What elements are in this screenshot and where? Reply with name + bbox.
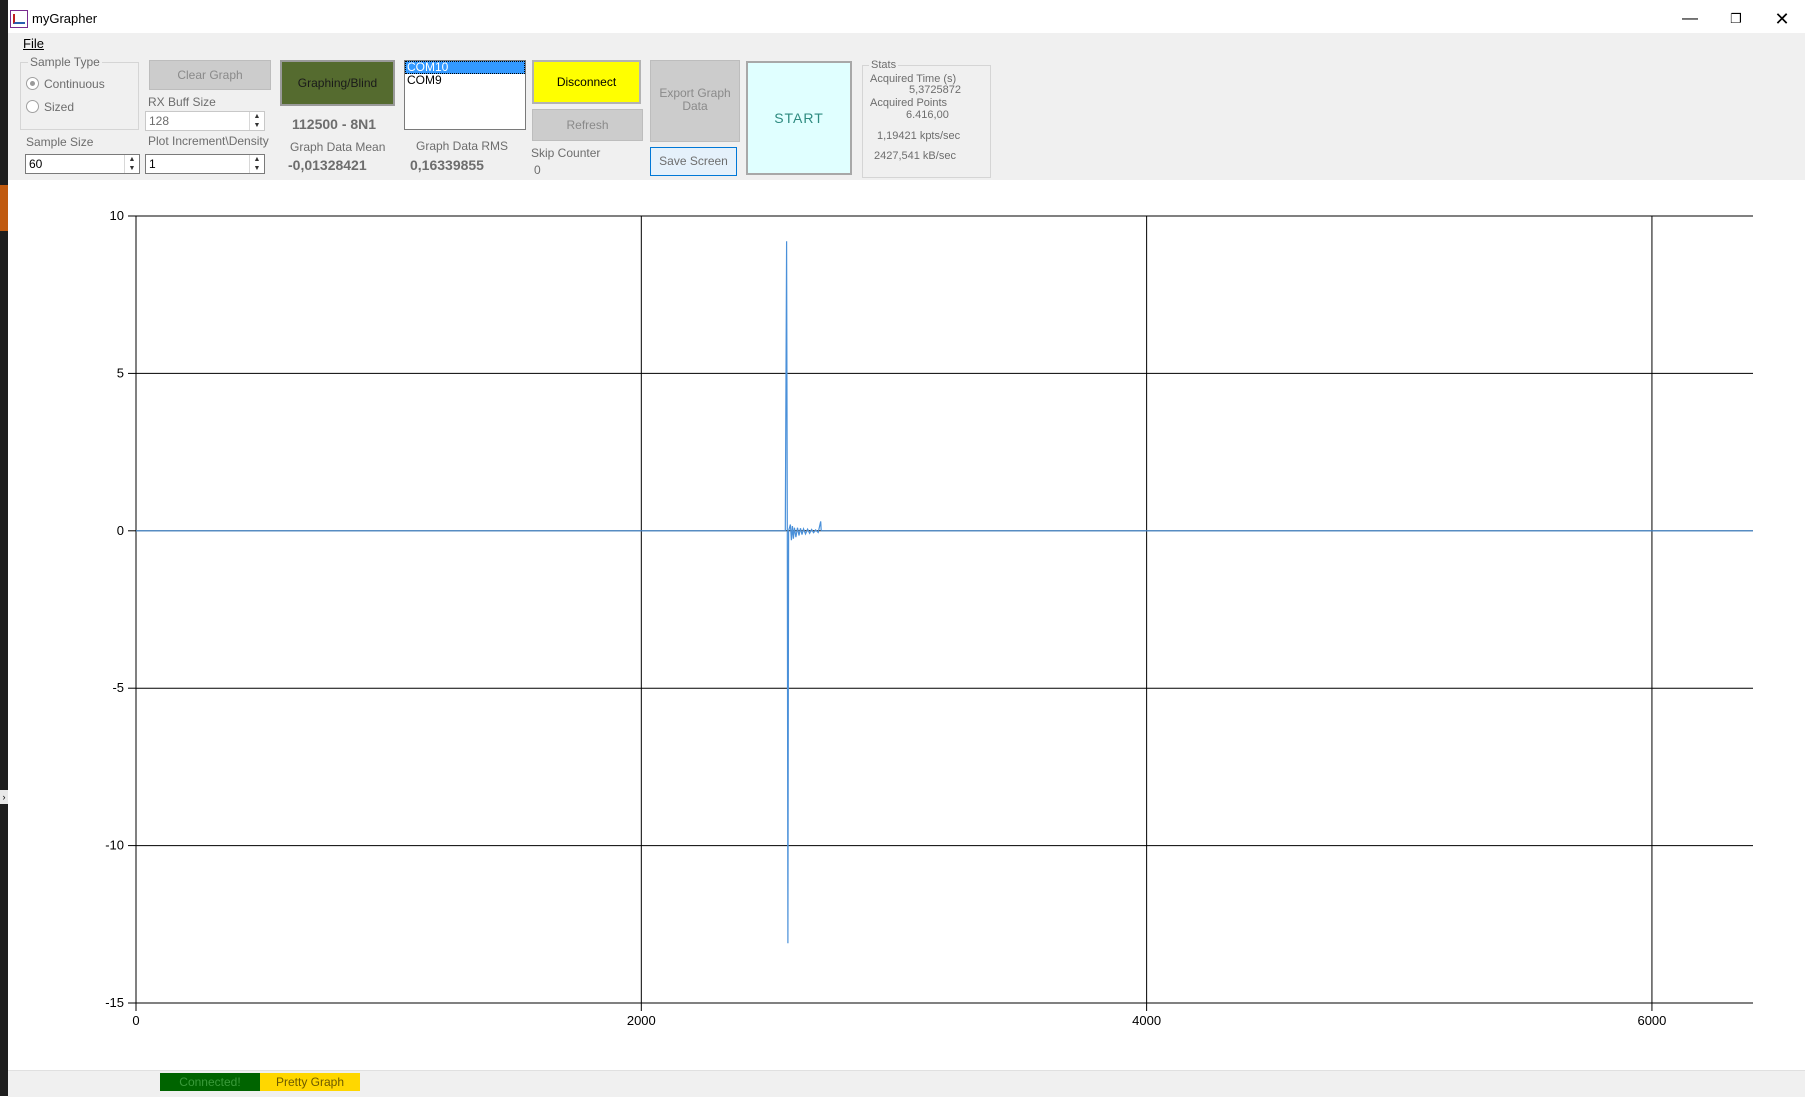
menu-file[interactable]: File (23, 36, 44, 51)
plot-increment-value: 1 (149, 157, 156, 171)
plot-increment-label: Plot Increment\Density (148, 134, 269, 148)
skip-counter-value: 0 (534, 163, 541, 177)
rx-buff-size-value: 128 (149, 114, 170, 128)
sample-size-label: Sample Size (26, 135, 94, 149)
connection-status: Connected! (160, 1073, 260, 1091)
acquired-points-value: 6.416,00 (906, 109, 949, 121)
x-tick-label: 6000 (1637, 1013, 1666, 1028)
y-tick-label: -15 (105, 995, 124, 1010)
app-graph-icon (10, 10, 28, 28)
y-tick-label: -10 (105, 838, 124, 853)
sample-type-title: Sample Type (28, 55, 102, 69)
stepper-arrows-icon[interactable]: ▲ ▼ (249, 112, 264, 130)
rx-buff-size-label: RX Buff Size (148, 95, 216, 109)
acquired-time-value: 5,3725872 (909, 84, 961, 96)
y-tick-label: 0 (117, 523, 124, 538)
graphing-blind-button[interactable]: Graphing/Blind (280, 60, 395, 106)
y-tick-label: -5 (112, 680, 124, 695)
kb-rate: 2427,541 kB/sec (874, 150, 956, 162)
chart-ticks: 10 5 0 -5 -10 -15 0 2000 4000 6000 (105, 208, 1666, 1028)
baud-rate-label: 112500 - 8N1 (292, 116, 377, 132)
graph-data-rms-value: 0,16339855 (410, 157, 484, 173)
start-button[interactable]: START (746, 61, 852, 175)
rx-buff-size-stepper[interactable]: 128 ▲ ▼ (145, 111, 265, 131)
continuous-label[interactable]: Continuous (44, 77, 105, 91)
x-tick-label: 2000 (627, 1013, 656, 1028)
disconnect-button[interactable]: Disconnect (532, 60, 641, 104)
stepper-arrows-icon[interactable]: ▲ ▼ (249, 155, 264, 173)
sample-size-value: 60 (29, 157, 43, 171)
signal-chart: 10 5 0 -5 -10 -15 0 2000 4000 6000 (105, 208, 1753, 1028)
continuous-radio[interactable] (26, 77, 39, 90)
menu-bar (8, 33, 1805, 55)
y-tick-label: 10 (110, 208, 124, 223)
save-screen-button[interactable]: Save Screen (650, 147, 737, 176)
com-port-list[interactable]: COM10 COM9 (404, 60, 526, 130)
sample-size-stepper[interactable]: 60 ▲ ▼ (25, 154, 140, 174)
stats-title: Stats (869, 59, 899, 71)
window-title: myGrapher (32, 11, 98, 26)
y-tick-label: 5 (117, 365, 124, 380)
chart-series (136, 241, 1753, 944)
skip-counter-label: Skip Counter (531, 146, 601, 160)
acquired-points-label: Acquired Points (870, 97, 948, 109)
x-tick-label: 0 (132, 1013, 139, 1028)
chart-grid (135, 215, 1753, 1004)
graph-mode-status: Pretty Graph (260, 1073, 360, 1091)
export-graph-data-label: Export Graph Data (659, 86, 731, 113)
plot-increment-stepper[interactable]: 1 ▲ ▼ (145, 154, 265, 174)
sized-label[interactable]: Sized (44, 100, 74, 114)
clear-graph-button[interactable]: Clear Graph (149, 60, 271, 90)
sized-radio[interactable] (26, 100, 39, 113)
export-graph-data-button[interactable]: Export Graph Data (650, 60, 740, 142)
graph-data-rms-label: Graph Data RMS (416, 139, 509, 153)
series-line (136, 241, 1753, 944)
com-port-item[interactable]: COM9 (405, 74, 525, 87)
sample-type-group (20, 62, 139, 130)
kpts-rate: 1,19421 kpts/sec (877, 130, 961, 142)
graph-data-mean-value: -0,01328421 (288, 157, 367, 173)
graph-data-mean-label: Graph Data Mean (290, 140, 386, 154)
stepper-arrows-icon[interactable]: ▲ ▼ (124, 155, 139, 173)
refresh-button[interactable]: Refresh (532, 109, 643, 141)
x-tick-label: 4000 (1132, 1013, 1161, 1028)
